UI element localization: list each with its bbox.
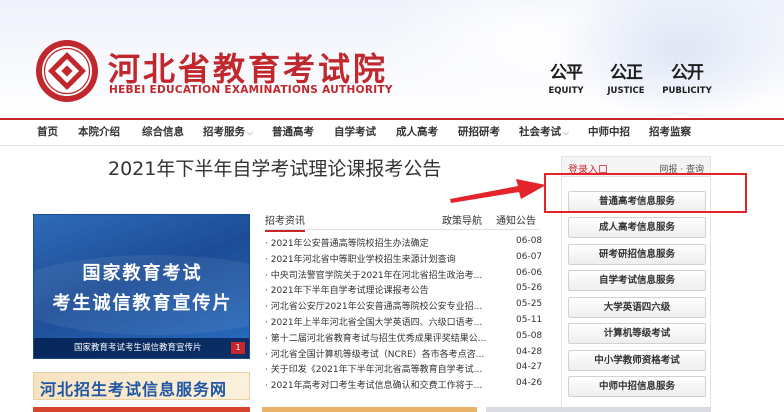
news-title[interactable]: · 2021年高考对口考生考试信息确认和交费工作将于... [265, 378, 501, 391]
annotation-highlight-box [544, 173, 747, 213]
news-title[interactable]: · 2021年下半年自学考试理论课报考公告 [265, 283, 501, 296]
nav-item-about[interactable]: 本院介绍 [78, 124, 120, 139]
list-item[interactable]: · 2021年公安普通高等院校招生办法确定 06-08 [265, 236, 545, 252]
service-button-adult-exam[interactable]: 成人高考信息服务 [568, 217, 706, 238]
list-item[interactable]: · 2021年下半年自学考试理论课报考公告 05-26 [265, 283, 545, 299]
tab-notices[interactable]: 通知公告 [496, 212, 536, 227]
news-title[interactable]: · 2021年公安普通高等院校招生办法确定 [265, 236, 501, 249]
nav-item-label: 成人高考 [396, 126, 438, 138]
news-date: 05-11 [516, 314, 543, 325]
news-date: 05-25 [516, 299, 543, 310]
news-title[interactable]: · 河北省全国计算机等级考试（NCRE）各市各考点咨... [265, 347, 501, 360]
nav-item-label: 中师中招 [588, 126, 630, 138]
service-button-teacher-cert[interactable]: 中小学教师资格考试 [568, 350, 706, 371]
tab-exam-news[interactable]: 招考资讯 [265, 212, 305, 232]
slogan-cn: 公平 [550, 63, 583, 83]
list-item[interactable]: · 河北省全国计算机等级考试（NCRE）各市各考点咨... 04-28 [265, 347, 545, 363]
news-list: · 2021年公安普通高等院校招生办法确定 06-08 · 2021年河北省中等职… [265, 236, 545, 394]
service-button-cet[interactable]: 大学英语四六级 [568, 297, 706, 318]
list-item[interactable]: · 第十二届河北省教育考试与招生优秀成果评奖结果公... 05-08 [265, 331, 545, 347]
news-title[interactable]: · 河北省公安厅2021年公安普通高等院校公安专业招... [265, 299, 501, 312]
news-title[interactable]: · 关于印发《2021年下半年河北省高等教育自学考试... [265, 362, 501, 375]
news-title[interactable]: · 2021年上半年河北省全国大学英语四、六级口语考... [265, 315, 501, 328]
banner-caption: 国家教育考试考生诚信教育宣传片 [34, 338, 249, 358]
slogan-equity: 公平 EQUITY [540, 58, 592, 96]
site-name-en: HEBEI EDUCATION EXAMINATIONS AUTHORITY [109, 84, 393, 96]
news-title[interactable]: · 2021年河北省中等职业学校招生来源计划查询 [265, 252, 501, 265]
news-title[interactable]: · 第十二届河北省教育考试与招生优秀成果评奖结果公... [265, 331, 501, 344]
nav-item-label: 本院介绍 [78, 126, 120, 138]
nav-item-home[interactable]: 首页 [37, 124, 58, 139]
news-date: 06-07 [516, 251, 543, 262]
nav-item-general-info[interactable]: 综合信息 [142, 124, 184, 139]
news-date: 04-26 [516, 378, 543, 389]
service-button-graduate[interactable]: 研考研招信息服务 [568, 244, 706, 265]
banner-slide-index[interactable]: 1 [231, 342, 245, 354]
news-date: 04-28 [516, 346, 543, 357]
nav-item-label: 自学考试 [334, 126, 376, 138]
list-item[interactable]: · 2021年高考对口考生考试信息确认和交费工作将于... 04-26 [265, 378, 545, 394]
tab-policy[interactable]: 政策导航 [442, 212, 482, 227]
slogan-cn: 公正 [610, 63, 643, 83]
service-button-ncre[interactable]: 计算机等级考试 [568, 323, 706, 344]
list-item[interactable]: · 2021年河北省中等职业学校招生来源计划查询 06-07 [265, 252, 545, 268]
site-header: 河北省教育考试院 HEBEI EDUCATION EXAMINATIONS AU… [0, 0, 784, 118]
news-date: 04-27 [516, 362, 543, 373]
nav-item-label: 研招研考 [458, 126, 500, 138]
banner-line-2: 考生诚信教育宣传片 [52, 293, 233, 314]
list-item[interactable]: · 中央司法警官学院关于2021年在河北省招生政治考... 06-06 [265, 268, 545, 284]
site-logo-emblem-icon[interactable] [34, 38, 100, 104]
info-service-banner[interactable]: 河北招生考试信息服务网 [33, 372, 250, 400]
thumbnail[interactable] [262, 407, 477, 412]
nav-item-label: 社会考试 [519, 126, 561, 138]
nav-item-label: 首页 [37, 126, 58, 138]
nav-item-label: 综合信息 [142, 126, 184, 138]
news-date: 06-08 [516, 236, 543, 246]
slogan-justice: 公正 JUSTICE [598, 58, 654, 96]
news-date: 06-06 [516, 267, 543, 278]
list-item[interactable]: · 关于印发《2021年下半年河北省高等教育自学考试... 04-27 [265, 362, 545, 378]
annotation-arrow-icon [450, 179, 546, 203]
list-item[interactable]: · 2021年上半年河北省全国大学英语四、六级口语考... 05-11 [265, 315, 545, 331]
slogan-cn: 公开 [671, 63, 704, 83]
announcement-title[interactable]: 2021年下半年自学考试理论课报考公告 [108, 154, 488, 181]
thumbnail[interactable] [33, 407, 250, 412]
nav-item-gaokao[interactable]: 普通高考 [272, 124, 314, 139]
news-date: 05-26 [516, 283, 543, 294]
nav-item-label: 普通高考 [272, 126, 314, 138]
slogan-en: EQUITY [548, 86, 584, 96]
thumbnail[interactable] [486, 407, 711, 412]
chevron-down-icon: ⌵ [247, 128, 254, 137]
info-service-banner-text: 河北招生考试信息服务网 [40, 380, 228, 399]
news-date: 05-08 [516, 330, 543, 341]
main-nav: 首页 本院介绍 综合信息 招考服务 ⌵ 普通高考 自学考试 成人高考 研招研考 社… [0, 118, 784, 146]
slogan-group: 公平 EQUITY 公正 JUSTICE 公开 PUBLICITY [540, 58, 712, 98]
banner-line-1: 国家教育考试 [82, 263, 203, 284]
nav-item-label: 招考监察 [649, 126, 691, 138]
nav-item-secondary[interactable]: 中师中招 [588, 124, 630, 139]
nav-item-label: 招考服务 [203, 126, 245, 138]
service-button-secondary[interactable]: 中师中招信息服务 [568, 376, 706, 397]
list-item[interactable]: · 河北省公安厅2021年公安普通高等院校公安专业招... 05-25 [265, 299, 545, 315]
nav-item-supervision[interactable]: 招考监察 [649, 124, 691, 139]
nav-item-graduate[interactable]: 研招研考 [458, 124, 500, 139]
service-button-self-study[interactable]: 自学考试信息服务 [568, 270, 706, 291]
integrity-video-banner[interactable]: 国家教育考试 考生诚信教育宣传片 国家教育考试考生诚信教育宣传片 1 [33, 214, 250, 359]
news-tabs: 招考资讯 政策导航 通知公告 [265, 212, 540, 232]
bottom-thumbnails [0, 404, 784, 412]
slogan-publicity: 公开 PUBLICITY [658, 58, 716, 96]
nav-item-exam-services[interactable]: 招考服务 ⌵ [203, 124, 253, 139]
nav-item-social-exams[interactable]: 社会考试 ⌵ [519, 124, 569, 139]
chevron-down-icon: ⌵ [563, 128, 570, 137]
slogan-en: PUBLICITY [662, 86, 712, 96]
nav-item-adult-exam[interactable]: 成人高考 [396, 124, 438, 139]
slogan-en: JUSTICE [607, 86, 645, 96]
nav-item-self-study[interactable]: 自学考试 [334, 124, 376, 139]
news-title[interactable]: · 中央司法警官学院关于2021年在河北省招生政治考... [265, 268, 501, 281]
